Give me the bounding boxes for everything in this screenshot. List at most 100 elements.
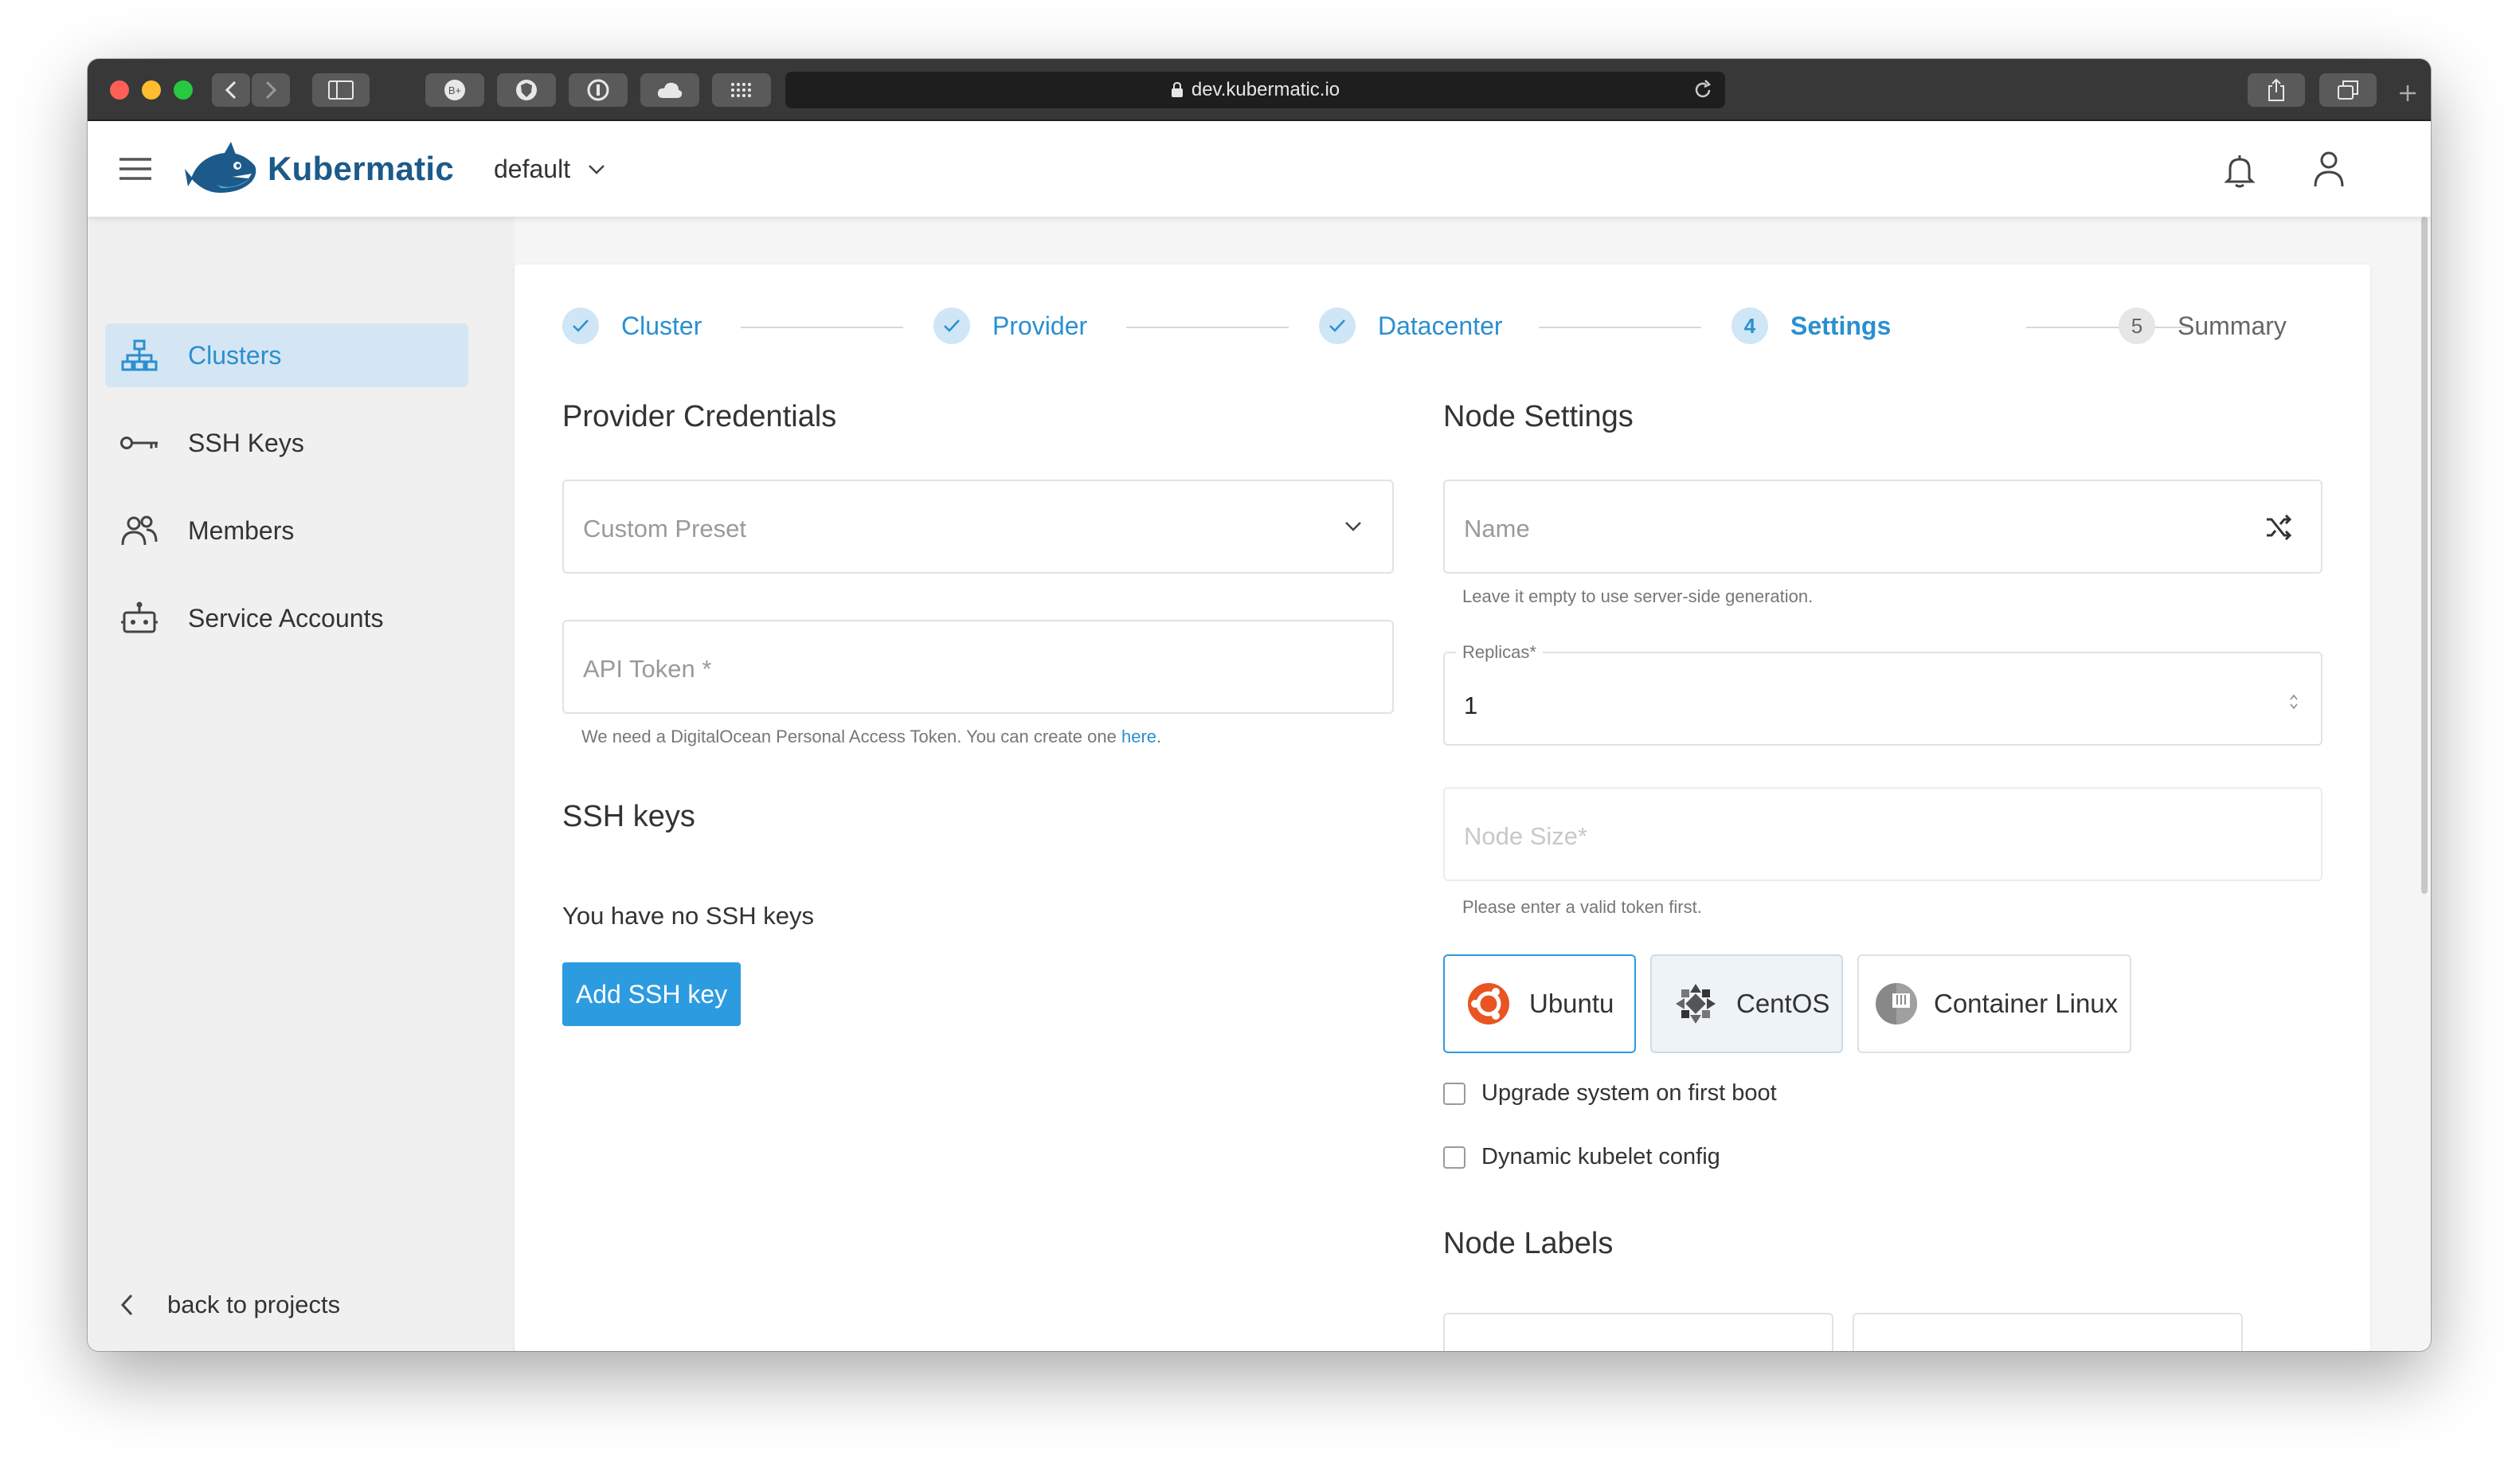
sidebar-item-label: SSH Keys bbox=[188, 428, 304, 457]
project-selector[interactable]: default bbox=[494, 155, 605, 184]
node-size-select[interactable]: Node Size* bbox=[1443, 787, 2322, 881]
kubermatic-logo[interactable] bbox=[185, 142, 261, 205]
sidebar: Clusters SSH Keys Members Service Accoun… bbox=[88, 217, 515, 1351]
chevron-right-icon bbox=[265, 80, 277, 100]
page-scrollbar[interactable] bbox=[2421, 217, 2428, 894]
chevron-left-icon bbox=[120, 1294, 133, 1316]
centos-icon bbox=[1676, 984, 1716, 1024]
checkbox-box[interactable] bbox=[1443, 1082, 1465, 1105]
key-icon bbox=[120, 437, 158, 449]
step-cluster[interactable]: Cluster bbox=[562, 308, 702, 344]
user-icon bbox=[2314, 151, 2344, 187]
password-icon bbox=[587, 79, 609, 101]
ubuntu-icon bbox=[1468, 983, 1509, 1024]
robot-icon bbox=[121, 601, 158, 633]
step-datacenter[interactable]: Datacenter bbox=[1319, 308, 1503, 344]
upgrade-on-boot-checkbox[interactable]: Upgrade system on first boot bbox=[1443, 1080, 1777, 1107]
project-name: default bbox=[494, 155, 571, 183]
sidebar-icon bbox=[328, 80, 354, 100]
step-provider[interactable]: Provider bbox=[933, 308, 1087, 344]
api-token-input[interactable]: API Token * bbox=[562, 620, 1394, 714]
notifications-button[interactable] bbox=[2224, 153, 2256, 192]
cloud-icon bbox=[657, 82, 683, 98]
forward-nav-button[interactable] bbox=[252, 73, 290, 107]
no-ssh-keys-text: You have no SSH keys bbox=[562, 902, 814, 930]
back-nav-button[interactable] bbox=[212, 73, 250, 107]
os-label: Container Linux bbox=[1934, 989, 2119, 1018]
node-label-value-input[interactable] bbox=[1853, 1313, 2243, 1351]
shuffle-icon[interactable] bbox=[2265, 515, 2292, 540]
os-ubuntu-button[interactable]: Ubuntu bbox=[1443, 954, 1636, 1053]
checkbox-label: Dynamic kubelet config bbox=[1481, 1144, 1720, 1169]
menu-button[interactable] bbox=[119, 157, 151, 185]
replicas-input[interactable]: Replicas* 1 bbox=[1443, 642, 2322, 746]
checkbox-label: Upgrade system on first boot bbox=[1481, 1080, 1777, 1106]
extension-badge-icon: B+ bbox=[444, 80, 465, 100]
step-settings[interactable]: 4 Settings bbox=[1732, 308, 1891, 344]
sitemap-icon bbox=[121, 339, 158, 371]
svg-text:B+: B+ bbox=[448, 84, 461, 96]
step-label: Provider bbox=[992, 311, 1088, 340]
hamburger-icon bbox=[119, 158, 151, 180]
sidebar-item-service-accounts[interactable]: Service Accounts bbox=[105, 586, 468, 650]
sidebar-item-ssh-keys[interactable]: SSH Keys bbox=[105, 411, 468, 475]
chevron-left-icon bbox=[225, 80, 237, 100]
chevron-down-icon bbox=[1345, 522, 1361, 531]
minimize-window-button[interactable] bbox=[142, 80, 161, 100]
step-label: Summary bbox=[2178, 311, 2287, 340]
replicas-value: 1 bbox=[1464, 691, 1478, 719]
extension-button-3[interactable] bbox=[569, 73, 628, 107]
address-bar[interactable]: dev.kubermatic.io bbox=[785, 72, 1725, 108]
step-summary[interactable]: 5 Summary bbox=[2119, 308, 2287, 344]
os-label: Ubuntu bbox=[1529, 989, 1614, 1018]
check-icon bbox=[933, 308, 970, 344]
os-centos-button[interactable]: CentOS bbox=[1650, 954, 1843, 1053]
bell-icon bbox=[2224, 155, 2256, 188]
share-button[interactable] bbox=[2248, 73, 2305, 107]
shield-icon bbox=[516, 80, 537, 100]
members-icon bbox=[121, 515, 158, 546]
step-label: Cluster bbox=[621, 311, 702, 340]
account-button[interactable] bbox=[2313, 150, 2345, 192]
dynamic-kubelet-checkbox[interactable]: Dynamic kubelet config bbox=[1443, 1144, 1720, 1170]
grid-icon bbox=[731, 83, 751, 97]
extension-button-2[interactable] bbox=[497, 73, 556, 107]
spinner-arrows-icon[interactable] bbox=[2289, 693, 2299, 711]
shark-logo-icon bbox=[185, 142, 256, 193]
zoom-window-button[interactable] bbox=[174, 80, 193, 100]
brand-name[interactable]: Kubermatic bbox=[268, 150, 454, 188]
node-name-input[interactable]: Name bbox=[1443, 480, 2322, 574]
check-icon bbox=[562, 308, 599, 344]
sidebar-item-label: Service Accounts bbox=[188, 603, 384, 633]
create-token-link[interactable]: here bbox=[1121, 727, 1156, 746]
node-label-key-input[interactable] bbox=[1443, 1313, 1833, 1351]
new-tab-button[interactable] bbox=[2396, 81, 2420, 109]
reload-icon[interactable] bbox=[1692, 79, 1714, 101]
node-labels-title: Node Labels bbox=[1443, 1227, 1614, 1260]
close-window-button[interactable] bbox=[110, 80, 129, 100]
add-ssh-key-button[interactable]: Add SSH key bbox=[562, 962, 741, 1026]
node-name-placeholder: Name bbox=[1464, 515, 1530, 543]
tabs-overview-button[interactable] bbox=[2319, 73, 2377, 107]
sidebar-item-label: Members bbox=[188, 515, 295, 545]
step-connector bbox=[1126, 327, 1289, 328]
url-text: dev.kubermatic.io bbox=[1191, 79, 1340, 100]
app-header: Kubermatic default bbox=[88, 121, 2431, 217]
checkbox-box[interactable] bbox=[1443, 1146, 1465, 1169]
cluster-wizard-card: Cluster Provider Datacenter 4 Settings 5… bbox=[515, 264, 2370, 1351]
ssh-keys-title: SSH keys bbox=[562, 800, 695, 833]
api-token-placeholder: API Token * bbox=[583, 655, 712, 683]
extension-button-1[interactable]: B+ bbox=[425, 73, 484, 107]
sidebar-toggle-button[interactable] bbox=[312, 73, 370, 107]
api-token-hint-end: . bbox=[1156, 727, 1162, 746]
os-container-linux-button[interactable]: Container Linux bbox=[1857, 954, 2131, 1053]
extension-button-5[interactable] bbox=[712, 73, 771, 107]
back-to-projects-link[interactable]: back to projects bbox=[119, 1291, 340, 1319]
sidebar-item-clusters[interactable]: Clusters bbox=[105, 323, 468, 387]
custom-preset-select[interactable]: Custom Preset bbox=[562, 480, 1394, 574]
extension-button-4[interactable] bbox=[640, 73, 699, 107]
node-settings-title: Node Settings bbox=[1443, 400, 1634, 433]
step-number: 5 bbox=[2119, 308, 2155, 344]
sidebar-item-members[interactable]: Members bbox=[105, 499, 468, 562]
node-size-hint: Please enter a valid token first. bbox=[1462, 897, 1702, 917]
